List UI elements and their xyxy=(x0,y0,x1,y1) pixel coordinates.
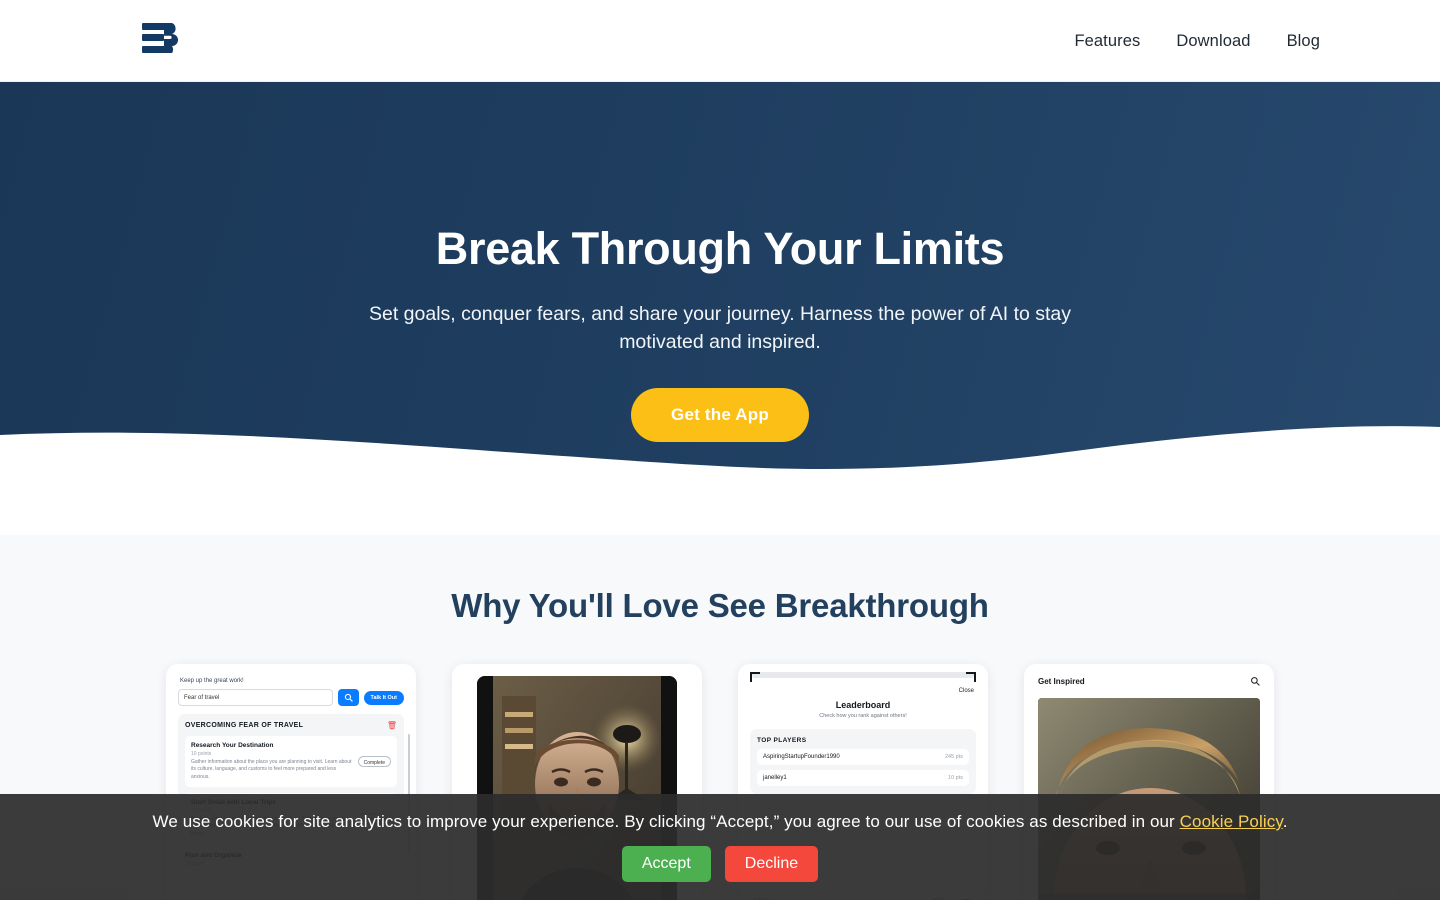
task-points: 10 points xyxy=(191,750,212,757)
cookie-actions: Accept Decline xyxy=(621,846,819,882)
task-title: Research Your Destination xyxy=(191,742,274,749)
plan-title: OVERCOMING FEAR OF TRAVEL xyxy=(185,722,304,729)
features-heading: Why You'll Love See Breakthrough xyxy=(451,587,989,624)
cookie-text-before: We use cookies for site analytics to imp… xyxy=(152,812,1180,831)
talk-it-out-button[interactable]: Talk It Out xyxy=(363,690,404,705)
card1-search-row: Fear of travel Talk It Out xyxy=(178,689,404,706)
player-points: 10 pts xyxy=(948,775,963,781)
nav-link-blog[interactable]: Blog xyxy=(1287,32,1320,51)
search-icon[interactable] xyxy=(1250,676,1260,686)
leaderboard-row[interactable]: AspiringStartupFounder1990 245 pts xyxy=(757,749,969,765)
wave-divider xyxy=(0,426,1440,488)
cookie-banner: We use cookies for site analytics to imp… xyxy=(0,794,1440,900)
accept-button[interactable]: Accept xyxy=(621,846,711,882)
logo-icon xyxy=(142,23,178,53)
cookie-text: We use cookies for site analytics to imp… xyxy=(152,812,1287,832)
card4-header: Get Inspired xyxy=(1038,676,1260,686)
see-breakthrough-logo[interactable] xyxy=(136,15,184,63)
cookie-text-after: . xyxy=(1282,812,1288,831)
site-header: Features Download Blog xyxy=(0,0,1440,82)
phone-notch xyxy=(752,672,974,678)
main-navigation: Features Download Blog xyxy=(1074,0,1320,82)
search-icon[interactable] xyxy=(337,689,359,706)
nav-link-features[interactable]: Features xyxy=(1074,32,1140,51)
leaderboard-title: Leaderboard xyxy=(835,700,891,710)
frame-corner xyxy=(750,672,760,682)
get-inspired-title: Get Inspired xyxy=(1038,676,1085,686)
hero-section: Break Through Your Limits Set goals, con… xyxy=(0,82,1440,488)
top-players-header: TOP PLAYERS xyxy=(757,737,807,744)
task-description: Gather information about the place you a… xyxy=(191,758,352,780)
top-players-panel: TOP PLAYERS AspiringStartupFounder1990 2… xyxy=(750,729,976,794)
landing-page: Features Download Blog Break Through You… xyxy=(0,0,1440,900)
hero-subtitle: Set goals, conquer fears, and share your… xyxy=(368,302,1072,353)
search-glyph xyxy=(344,693,353,702)
decline-button[interactable]: Decline xyxy=(724,846,819,882)
card1-greeting: Keep up the great work! xyxy=(180,678,244,684)
frame-corner xyxy=(966,672,976,682)
close-button[interactable]: Close xyxy=(959,688,974,694)
player-name: janelley1 xyxy=(763,775,787,781)
leaderboard-subtitle: Check how you rank against others! xyxy=(819,713,907,719)
player-points: 245 pts xyxy=(944,754,963,760)
trash-icon[interactable]: 🗑 xyxy=(387,722,397,730)
cookie-policy-link[interactable]: Cookie Policy xyxy=(1180,812,1283,831)
player-name: AspiringStartupFounder1990 xyxy=(763,754,840,760)
page-title: Break Through Your Limits xyxy=(435,223,1005,274)
task-item[interactable]: Research Your Destination 10 points Gath… xyxy=(185,736,397,787)
nav-link-download[interactable]: Download xyxy=(1176,32,1250,51)
leaderboard-row[interactable]: janelley1 10 pts xyxy=(757,770,969,786)
fear-search-input[interactable]: Fear of travel xyxy=(178,689,333,706)
complete-button[interactable]: Complete xyxy=(357,756,391,767)
